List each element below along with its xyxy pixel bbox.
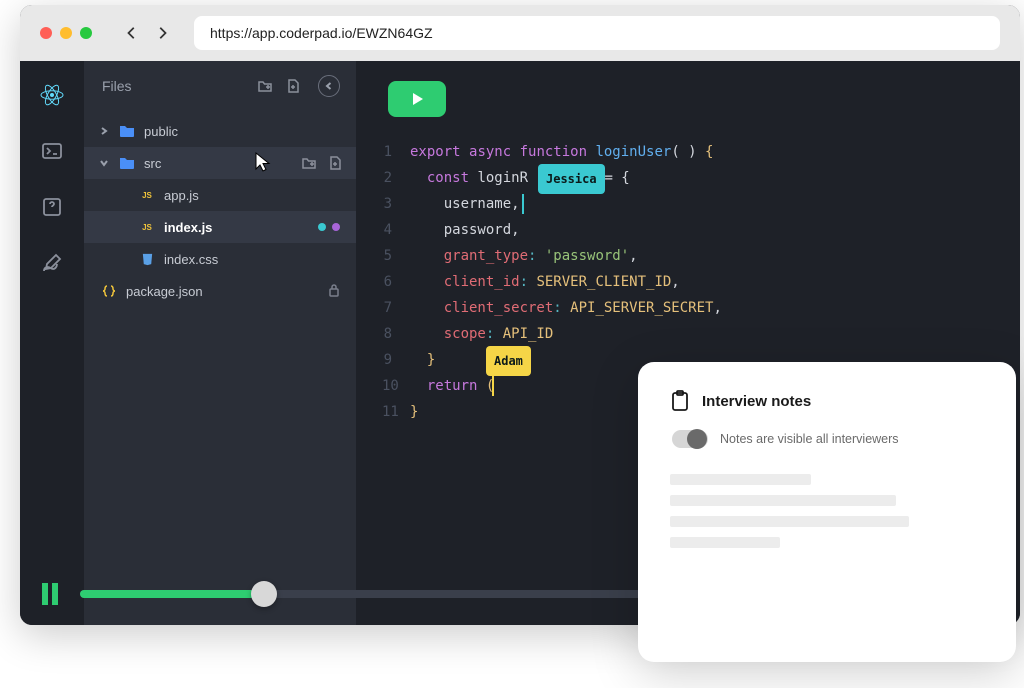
- note-placeholder-line: [670, 537, 780, 548]
- file-explorer: Files public src: [84, 61, 356, 625]
- back-button[interactable]: [124, 25, 140, 41]
- file-label: index.js: [164, 220, 318, 235]
- visibility-toggle-row: Notes are visible all interviewers: [670, 430, 984, 448]
- presence-dot-jessica: [318, 223, 326, 231]
- new-folder-icon[interactable]: [300, 154, 318, 172]
- presence-dot-other: [332, 223, 340, 231]
- file-index-css[interactable]: index.css: [84, 243, 356, 275]
- file-label: app.js: [164, 188, 356, 203]
- note-placeholder-line: [670, 516, 909, 527]
- close-window[interactable]: [40, 27, 52, 39]
- browser-chrome: https://app.coderpad.io/EWZN64GZ: [20, 5, 1020, 61]
- file-app-js[interactable]: JS app.js: [84, 179, 356, 211]
- collab-cursor-adam: [492, 376, 494, 396]
- collab-cursor-jessica: [522, 194, 524, 214]
- forward-button[interactable]: [154, 25, 170, 41]
- interview-notes-panel: Interview notes Notes are visible all in…: [638, 362, 1016, 662]
- sidebar-rail: [20, 61, 84, 625]
- visibility-toggle[interactable]: [672, 430, 708, 448]
- collab-tag-jessica: Jessica: [538, 164, 605, 194]
- new-file-icon[interactable]: [284, 77, 302, 95]
- file-package-json[interactable]: package.json: [84, 275, 356, 307]
- note-placeholder-line: [670, 495, 896, 506]
- terminal-icon[interactable]: [38, 137, 66, 165]
- folder-label: public: [144, 124, 356, 139]
- file-label: package.json: [126, 284, 328, 299]
- nav-arrows: [124, 25, 170, 41]
- toggle-label: Notes are visible all interviewers: [720, 432, 899, 446]
- clipboard-icon: [670, 390, 690, 412]
- pause-button[interactable]: [42, 583, 58, 605]
- timeline-thumb[interactable]: [251, 581, 277, 607]
- notes-header: Interview notes: [670, 390, 984, 412]
- new-folder-icon[interactable]: [256, 77, 274, 95]
- file-label: index.css: [164, 252, 356, 267]
- folder-src[interactable]: src: [84, 147, 356, 179]
- minimize-window[interactable]: [60, 27, 72, 39]
- presence-dots: [318, 223, 356, 231]
- note-placeholder-line: [670, 474, 811, 485]
- window-controls: [40, 27, 92, 39]
- file-explorer-header: Files: [84, 61, 356, 111]
- new-file-icon[interactable]: [326, 154, 344, 172]
- file-index-js[interactable]: JS index.js: [84, 211, 356, 243]
- folder-label: src: [144, 156, 300, 171]
- timeline-progress: [80, 590, 264, 598]
- file-explorer-title: Files: [102, 78, 256, 94]
- draw-icon[interactable]: [38, 249, 66, 277]
- file-tree: public src JS app.js: [84, 111, 356, 625]
- maximize-window[interactable]: [80, 27, 92, 39]
- react-logo-icon[interactable]: [38, 81, 66, 109]
- lock-icon: [328, 283, 356, 300]
- help-icon[interactable]: [38, 193, 66, 221]
- collapse-panel-button[interactable]: [318, 75, 340, 97]
- notes-title: Interview notes: [702, 393, 811, 410]
- folder-public[interactable]: public: [84, 115, 356, 147]
- collab-tag-adam: Adam: [486, 346, 531, 376]
- run-button[interactable]: [388, 81, 446, 117]
- url-bar[interactable]: https://app.coderpad.io/EWZN64GZ: [194, 16, 1000, 50]
